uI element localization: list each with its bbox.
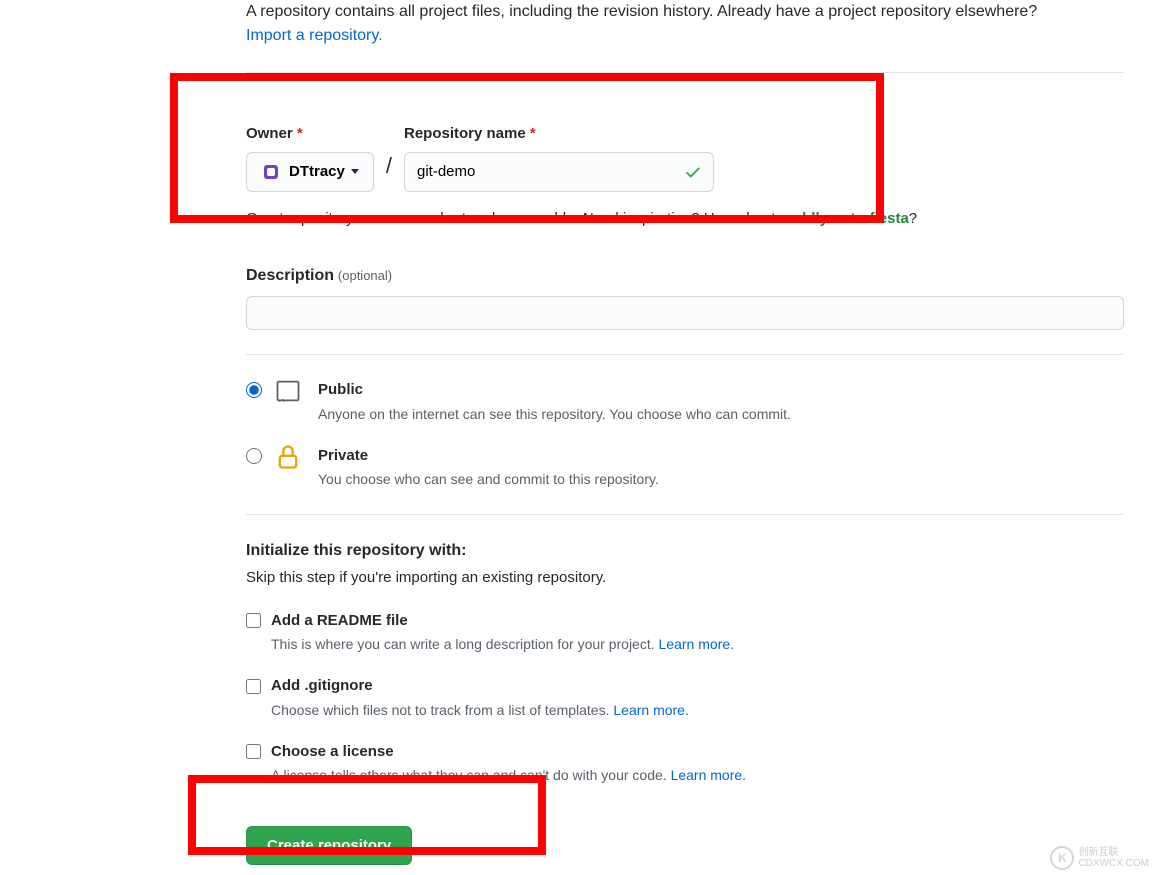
owner-name: DTtracy [289, 163, 345, 180]
owner-avatar-icon [261, 162, 281, 182]
license-checkbox[interactable] [246, 744, 261, 759]
gitignore-checkbox[interactable] [246, 679, 261, 694]
private-radio[interactable] [246, 448, 262, 464]
readme-checkbox[interactable] [246, 613, 261, 628]
description-input[interactable] [246, 296, 1124, 330]
watermark-en: CDXWCX.COM [1078, 858, 1149, 869]
private-description: You choose who can see and commit to thi… [318, 469, 1124, 490]
name-suggestion-link[interactable]: cuddly-octo-fiesta [780, 210, 909, 227]
gitignore-description: Choose which files not to track from a l… [271, 700, 1124, 721]
intro-description: A repository contains all project files,… [246, 0, 1124, 48]
intro-text: A repository contains all project files,… [246, 3, 1037, 20]
watermark-icon: K [1050, 846, 1074, 870]
readme-learn-more-link[interactable]: Learn more. [659, 636, 734, 652]
create-repository-button[interactable]: Create repository [246, 826, 412, 865]
watermark-cn: 创新互联 [1078, 847, 1149, 858]
slash-separator: / [386, 123, 392, 182]
repo-name-input[interactable] [404, 152, 714, 192]
required-asterisk: * [297, 125, 303, 142]
private-title: Private [318, 445, 1124, 468]
license-label: Choose a license [271, 741, 394, 764]
owner-selector[interactable]: DTtracy [246, 152, 374, 192]
license-learn-more-link[interactable]: Learn more. [671, 767, 746, 783]
repo-public-icon [274, 377, 306, 411]
license-description: A license tells others what they can and… [271, 765, 1124, 786]
gitignore-label: Add .gitignore [271, 675, 373, 698]
chevron-down-icon [351, 169, 359, 174]
init-heading: Initialize this repository with: [246, 539, 1124, 563]
import-repository-link[interactable]: Import a repository. [246, 27, 383, 44]
lock-icon [274, 443, 306, 477]
owner-label: Owner * [246, 123, 374, 146]
check-icon [684, 162, 702, 189]
repo-name-hint: Great repository names are short and mem… [246, 208, 1124, 231]
init-subtext: Skip this step if you're importing an ex… [246, 567, 1124, 590]
watermark: K 创新互联 CDXWCX.COM [1050, 846, 1149, 870]
description-label: Description (optional) [246, 267, 392, 283]
readme-description: This is where you can write a long descr… [271, 634, 1124, 655]
divider [246, 72, 1124, 73]
divider [246, 514, 1124, 515]
gitignore-learn-more-link[interactable]: Learn more. [613, 702, 688, 718]
public-title: Public [318, 379, 1124, 402]
required-asterisk: * [530, 125, 536, 142]
readme-label: Add a README file [271, 610, 408, 633]
repo-name-label: Repository name * [404, 123, 714, 146]
public-radio[interactable] [246, 382, 262, 398]
public-description: Anyone on the internet can see this repo… [318, 404, 1124, 425]
divider [246, 354, 1124, 355]
